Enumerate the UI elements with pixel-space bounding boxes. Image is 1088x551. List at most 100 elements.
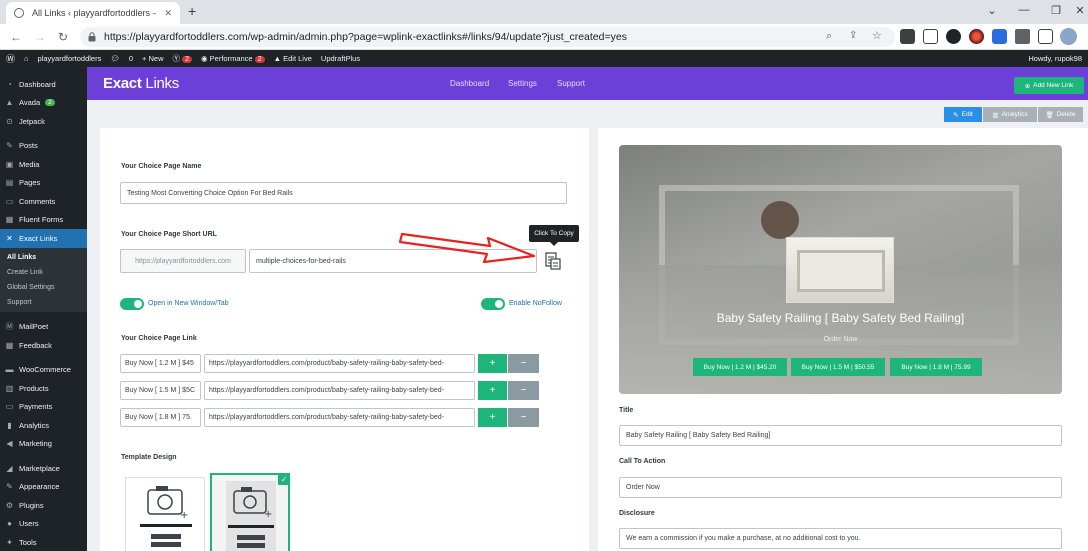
comments-icon[interactable]: 💬︎ [110, 54, 120, 63]
header-nav-dashboard[interactable]: Dashboard [450, 79, 489, 88]
sidebar-item-jetpack[interactable]: ⊙ Jetpack [0, 112, 87, 131]
exact-links-submenu: All Links Create Link Global Settings Su… [0, 247, 87, 312]
site-name-link[interactable]: playyardfortoddlers [38, 54, 102, 63]
disclosure-input[interactable]: We earn a commission if you make a purch… [619, 528, 1062, 549]
bookmark-star-icon[interactable]: ☆ [872, 29, 882, 42]
extension-icon[interactable] [923, 29, 938, 44]
share-icon[interactable]: ⇪ [849, 30, 857, 41]
sidebar-item-plugins[interactable]: ⚙ Plugins [0, 496, 87, 515]
megaphone-icon: ◀ [6, 439, 13, 449]
close-tab-icon[interactable]: ✕ [164, 8, 172, 19]
updraftplus-link[interactable]: UpdraftPlus [321, 54, 360, 63]
header-nav-settings[interactable]: Settings [508, 79, 537, 88]
delete-label: Delete [1056, 111, 1076, 118]
extension-icon[interactable] [946, 29, 961, 44]
submenu-global-settings[interactable]: Global Settings [0, 280, 87, 295]
extension-icon[interactable] [900, 29, 915, 44]
sidebar-item-products[interactable]: ▥ Products [0, 379, 87, 398]
sidebar-item-posts[interactable]: ✎ Posts [0, 137, 87, 156]
submenu-all-links[interactable]: All Links [0, 250, 87, 265]
extensions-puzzle-icon[interactable] [1015, 29, 1030, 44]
link-label-input[interactable]: Buy Now [ 1.8 M ] 75. [120, 408, 201, 427]
sidebar-item-comments[interactable]: ▭ Comments [0, 192, 87, 211]
sidebar-item-feedback[interactable]: ▦ Feedback [0, 336, 87, 355]
extension-icon[interactable] [969, 29, 984, 44]
mailpoet-icon: Ⓜ [5, 322, 14, 332]
add-row-button[interactable]: + [478, 408, 507, 427]
add-new-link-button[interactable]: ⊕ Add New Link [1014, 77, 1084, 94]
preview-buy-button[interactable]: Buy Now | 1.5 M | $50.55 [791, 358, 885, 376]
edit-label: Edit [961, 111, 973, 118]
profile-avatar[interactable] [1060, 28, 1077, 45]
header-nav-support[interactable]: Support [557, 79, 585, 88]
side-panel-icon[interactable] [1038, 29, 1053, 44]
reload-icon[interactable]: ↻ [55, 29, 71, 45]
sidebar-item-marketing[interactable]: ◀ Marketing [0, 435, 87, 454]
sidebar-item-analytics[interactable]: ▮ Analytics [0, 416, 87, 435]
back-icon[interactable]: ← [8, 29, 24, 45]
sidebar-item-marketplace[interactable]: ◢ Marketplace [0, 459, 87, 478]
performance-link[interactable]: ◉ Performance 2 [201, 54, 265, 63]
edit-live-link[interactable]: ▲ Edit Live [274, 54, 312, 63]
link-url-input[interactable]: https://playyardfortoddlers.com/product/… [204, 354, 475, 373]
sidebar-item-payments[interactable]: ▭ Payments [0, 398, 87, 417]
title-input[interactable]: Baby Safety Railing [ Baby Safety Bed Ra… [619, 425, 1062, 446]
howdy-user-menu[interactable]: Howdy, rupok98 [1028, 54, 1088, 63]
edit-button[interactable]: ✎ Edit [944, 107, 982, 122]
remove-row-button[interactable]: − [508, 381, 539, 400]
wordpress-logo-icon[interactable]: Ⓦ [6, 52, 15, 65]
link-label-input[interactable]: Buy Now [ 1.2 M ] $45 [120, 354, 201, 373]
remove-row-button[interactable]: − [508, 408, 539, 427]
add-row-button[interactable]: + [478, 354, 507, 373]
sidebar-item-dashboard[interactable]: ◔ Dashboard [0, 75, 87, 94]
delete-button[interactable]: 🗑︎ Delete [1038, 107, 1083, 122]
app-window: All Links ‹ playyardfortoddlers — ✕ + ⌄ … [0, 0, 1088, 551]
template-option-1[interactable]: + [125, 477, 205, 551]
sidebar-item-mailpoet[interactable]: Ⓜ MailPoet [0, 318, 87, 337]
wordpress-favicon-icon [14, 8, 24, 18]
submenu-support[interactable]: Support [0, 295, 87, 310]
link-label-input[interactable]: Buy Now [ 1.5 M ] $5C [120, 381, 201, 400]
page-name-input[interactable]: Testing Most Converting Choice Option Fo… [120, 182, 567, 204]
sidebar-item-media[interactable]: ▣ Media [0, 155, 87, 174]
performance-label: Performance [209, 54, 253, 63]
sidebar-item-pages[interactable]: ▤ Pages [0, 174, 87, 193]
tab-search-icon[interactable]: ⌄ [976, 0, 1008, 20]
nofollow-toggle[interactable] [481, 298, 505, 310]
sidebar-item-tools[interactable]: ✦ Tools [0, 533, 87, 551]
link-url-input[interactable]: https://playyardfortoddlers.com/product/… [204, 381, 475, 400]
wrench-icon: ✦ [6, 537, 13, 547]
browser-tab[interactable]: All Links ‹ playyardfortoddlers — ✕ [6, 2, 180, 24]
minimize-icon[interactable]: — [1008, 0, 1040, 20]
copy-url-button[interactable] [540, 249, 566, 273]
zoom-icon[interactable]: ⌕ [826, 30, 832, 43]
sidebar-item-appearance[interactable]: ✎ Appearance [0, 478, 87, 497]
sidebar-item-exact-links[interactable]: ✕ Exact Links [0, 229, 87, 248]
yoast-icon[interactable]: Ⓨ 2 [173, 53, 193, 64]
submenu-create-link[interactable]: Create Link [0, 265, 87, 280]
page-name-label: Your Choice Page Name [121, 163, 202, 170]
remove-row-button[interactable]: − [508, 354, 539, 373]
new-tab-button[interactable]: + [188, 3, 196, 19]
cta-input[interactable]: Order Now [619, 477, 1062, 498]
sidebar-item-woocommerce[interactable]: ▬ WooCommerce [0, 361, 87, 380]
link-url-input[interactable]: https://playyardfortoddlers.com/product/… [204, 408, 475, 427]
preview-buy-button[interactable]: Buy Now | 1.8 M | 75.99 [890, 358, 982, 376]
new-content-label: New [148, 54, 164, 63]
extension-icon[interactable] [992, 29, 1007, 44]
chart-icon: ▥ [992, 111, 999, 119]
sidebar-item-fluent-forms[interactable]: ▦ Fluent Forms [0, 211, 87, 230]
analytics-button[interactable]: ▥ Analytics [983, 107, 1037, 122]
new-window-toggle[interactable] [120, 298, 144, 310]
forward-icon[interactable]: → [32, 29, 48, 45]
sidebar-item-label: Products [19, 383, 49, 393]
sidebar-item-users[interactable]: ● Users [0, 515, 87, 534]
new-content-link[interactable]: + New [142, 54, 163, 63]
preview-buy-button[interactable]: Buy Now | 1.2 M | $45.20 [693, 358, 787, 376]
sidebar-item-avada[interactable]: ▲ Avada 2 [0, 94, 87, 113]
sidebar-item-label: Posts [19, 141, 38, 151]
template-option-2-selected[interactable]: ✓ + [210, 473, 290, 551]
close-window-icon[interactable]: ✕ [1064, 0, 1088, 20]
address-bar[interactable]: https://playyardfortoddlers.com/wp-admin… [80, 27, 895, 47]
add-row-button[interactable]: + [478, 381, 507, 400]
